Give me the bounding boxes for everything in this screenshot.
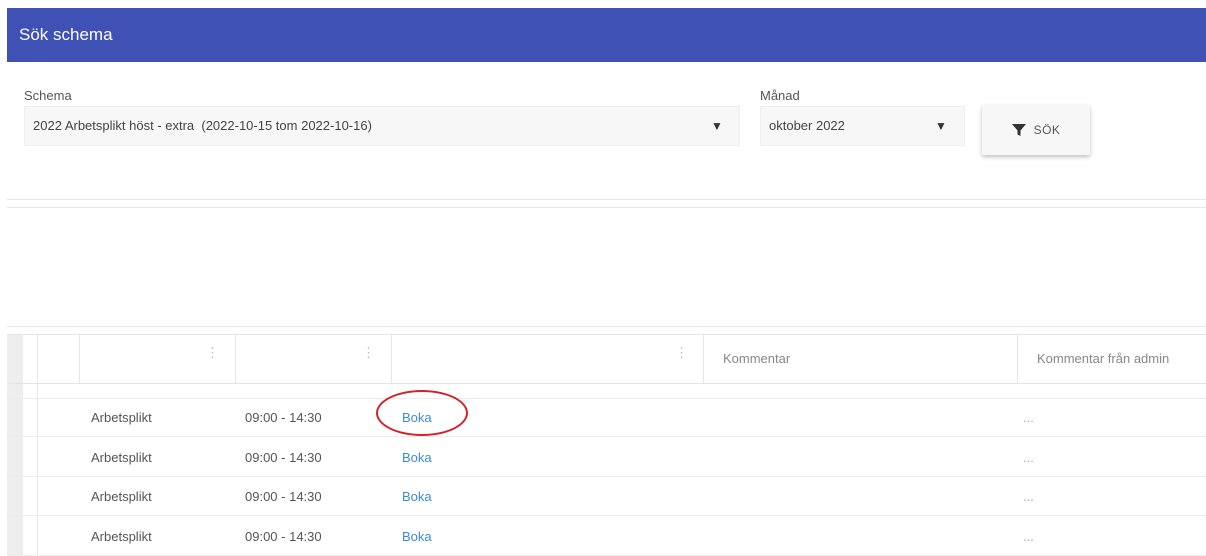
book-link[interactable]: Boka bbox=[402, 518, 432, 556]
chevron-down-icon: ▼ bbox=[935, 119, 947, 133]
month-label: Månad bbox=[760, 88, 800, 103]
row-type: Arbetsplikt bbox=[91, 529, 152, 544]
row-admin-comment: ... bbox=[1023, 489, 1034, 504]
schedule-select-value: 2022 Arbetsplikt höst - extra (2022-10-1… bbox=[33, 118, 372, 133]
row-type: Arbetsplikt bbox=[91, 450, 152, 465]
divider bbox=[7, 207, 1206, 208]
column-separator bbox=[1017, 335, 1018, 383]
book-link[interactable]: Boka bbox=[402, 478, 432, 516]
row-type: Arbetsplikt bbox=[91, 410, 152, 425]
chevron-down-icon: ▼ bbox=[711, 119, 723, 133]
table-row-partial bbox=[7, 384, 1206, 399]
column-separator bbox=[391, 335, 392, 383]
highlight-circle bbox=[376, 390, 468, 436]
row-admin-comment: ... bbox=[1023, 410, 1034, 425]
month-select-value: oktober 2022 bbox=[769, 118, 845, 133]
search-button-label: SÖK bbox=[1033, 123, 1061, 137]
column-separator bbox=[703, 335, 704, 383]
book-link[interactable]: Boka bbox=[402, 439, 432, 477]
month-select[interactable]: oktober 2022 ▼ bbox=[760, 106, 965, 146]
row-type: Arbetsplikt bbox=[91, 489, 152, 504]
row-time: 09:00 - 14:30 bbox=[245, 529, 322, 544]
row-time: 09:00 - 14:30 bbox=[245, 450, 322, 465]
filter-icon bbox=[1011, 124, 1026, 136]
column-separator bbox=[79, 335, 80, 383]
column-menu-icon[interactable]: ⋮ bbox=[362, 346, 375, 359]
schedule-label: Schema bbox=[24, 88, 72, 103]
table-row: Arbetsplikt 09:00 - 14:30 Boka ... bbox=[7, 439, 1206, 477]
page-header: Sök schema bbox=[7, 8, 1206, 62]
column-separator bbox=[235, 335, 236, 383]
table-row: Arbetsplikt 09:00 - 14:30 Boka ... bbox=[7, 518, 1206, 556]
page-title: Sök schema bbox=[19, 25, 113, 44]
divider bbox=[7, 326, 1206, 327]
row-time: 09:00 - 14:30 bbox=[245, 489, 322, 504]
column-header-comment[interactable]: Kommentar bbox=[723, 335, 790, 383]
table-row: Arbetsplikt 09:00 - 14:30 Boka ... bbox=[7, 399, 1206, 437]
row-admin-comment: ... bbox=[1023, 450, 1034, 465]
column-menu-icon[interactable]: ⋮ bbox=[675, 346, 688, 359]
row-admin-comment: ... bbox=[1023, 529, 1034, 544]
search-button[interactable]: SÖK bbox=[982, 105, 1090, 155]
table-row: Arbetsplikt 09:00 - 14:30 Boka ... bbox=[7, 478, 1206, 516]
column-header-admin-comment[interactable]: Kommentar från admin bbox=[1037, 335, 1169, 383]
schedule-select[interactable]: 2022 Arbetsplikt höst - extra (2022-10-1… bbox=[24, 106, 740, 146]
column-menu-icon[interactable]: ⋮ bbox=[206, 346, 219, 359]
grid-header: ⋮ ⋮ ⋮ Kommentar Kommentar från admin bbox=[7, 334, 1206, 384]
divider bbox=[7, 199, 1206, 200]
row-time: 09:00 - 14:30 bbox=[245, 410, 322, 425]
